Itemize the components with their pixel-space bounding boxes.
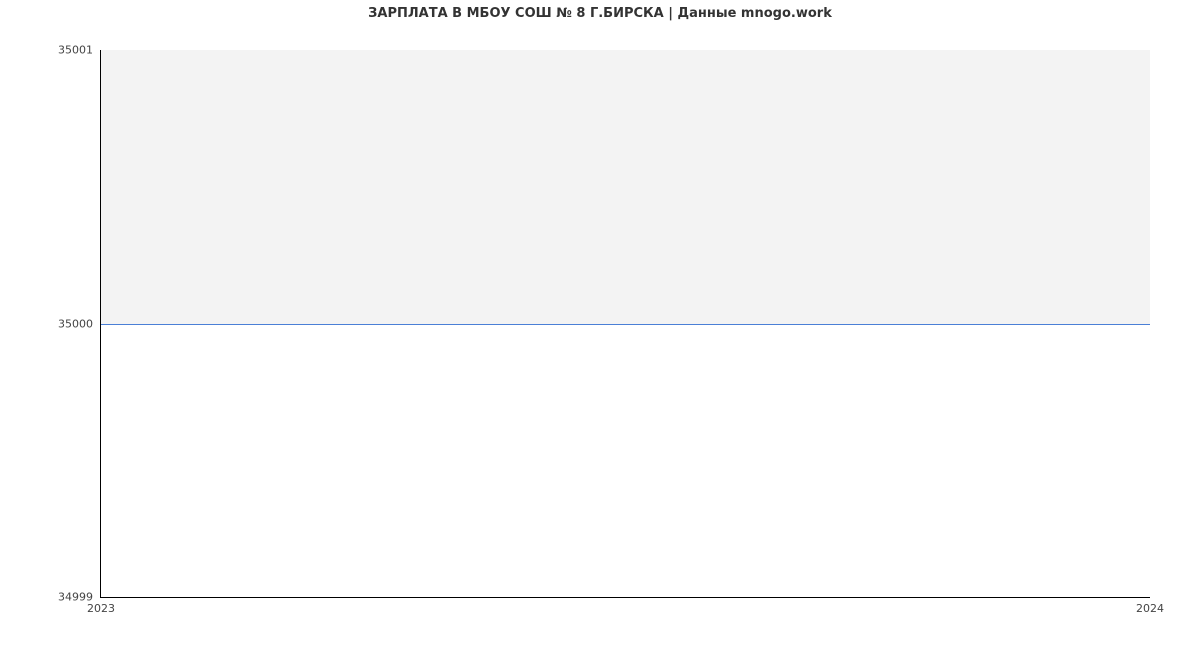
x-tick-label: 2023	[87, 602, 115, 615]
x-tick-label: 2024	[1136, 602, 1164, 615]
y-tick-label: 35001	[58, 44, 93, 57]
plot-area: 35001 35000 34999 2023 2024	[100, 50, 1150, 598]
chart-container: ЗАРПЛАТА В МБОУ СОШ № 8 Г.БИРСКА | Данны…	[0, 0, 1200, 650]
chart-title: ЗАРПЛАТА В МБОУ СОШ № 8 Г.БИРСКА | Данны…	[0, 6, 1200, 21]
grid-band	[101, 50, 1150, 324]
data-line	[101, 324, 1150, 325]
y-tick-label: 35000	[58, 317, 93, 330]
